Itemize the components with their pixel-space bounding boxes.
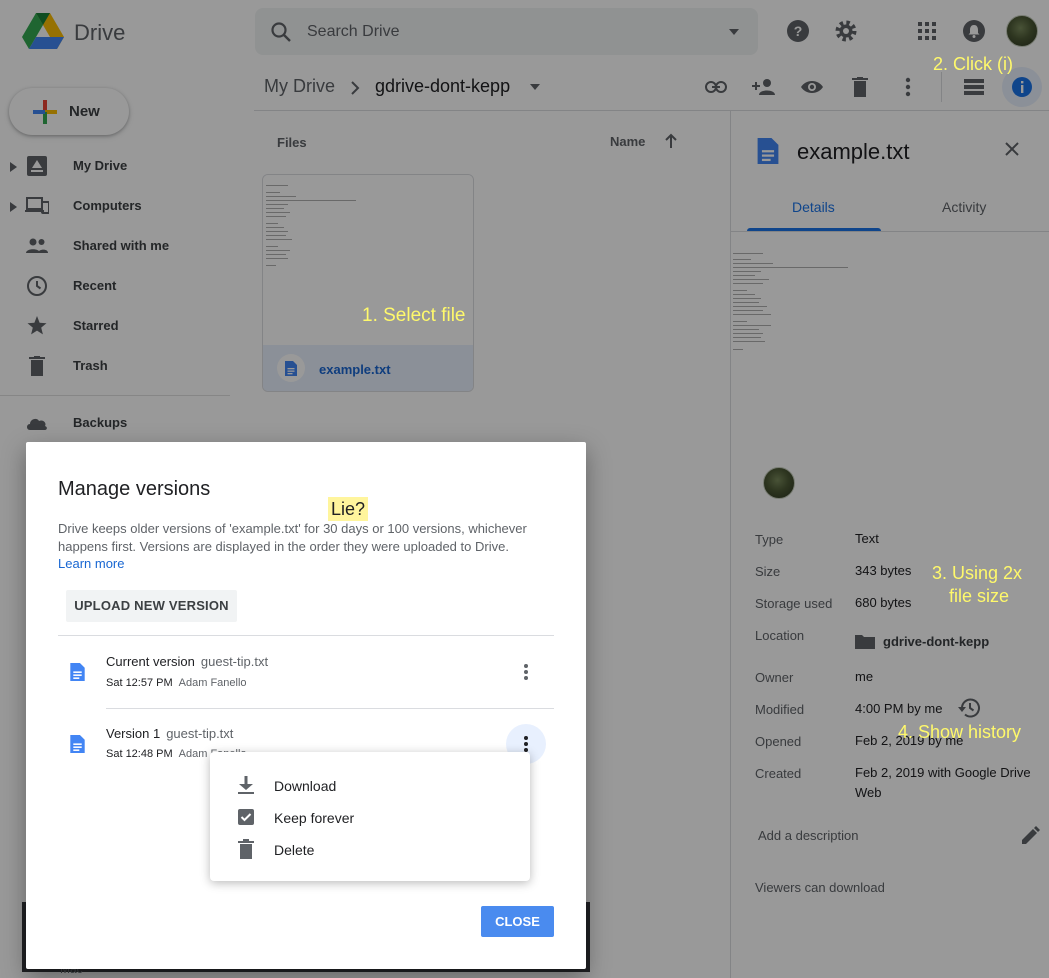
annotation-select-file: 1. Select file (362, 305, 466, 326)
text-document-icon (70, 735, 85, 753)
version-file-name: guest-tip.txt (166, 726, 234, 741)
list-divider (58, 635, 554, 636)
version-meta: Sat 12:57 PM Adam Fanello (106, 677, 247, 689)
text-document-icon (70, 663, 85, 681)
download-icon (238, 776, 254, 794)
version-label: Current version (106, 654, 195, 669)
trash-icon (238, 839, 254, 859)
dialog-title: Manage versions (58, 478, 211, 500)
manage-versions-dialog: Manage versions Drive keeps older versio… (26, 442, 586, 969)
list-divider (106, 708, 554, 709)
annotation-click-info: 2. Click (i) (933, 54, 1013, 74)
annotation-size-line1: 3. Using 2x (932, 563, 1023, 583)
annotation-lie-highlight: Lie? (328, 497, 369, 521)
version-more-icon[interactable] (514, 660, 538, 684)
menu-item-keep-forever[interactable]: Keep forever (210, 801, 530, 833)
menu-item-download[interactable]: Download (210, 769, 530, 801)
menu-item-delete[interactable]: Delete (210, 833, 530, 865)
menu-item-label: Keep forever (274, 810, 355, 826)
version-author: Adam Fanello (178, 677, 247, 689)
annotation-show-history: 4. Show history (898, 722, 1022, 742)
dialog-description: Drive keeps older versions of 'example.t… (58, 521, 527, 554)
menu-item-label: Download (274, 778, 337, 794)
upload-new-version-button[interactable]: UPLOAD NEW VERSION (66, 590, 237, 622)
version-label: Version 1 (106, 726, 161, 741)
learn-more-link[interactable]: Learn more (58, 556, 124, 571)
checkbox-checked-icon (238, 809, 254, 825)
version-row-current[interactable]: Current version guest-tip.txt (106, 654, 268, 669)
version-file-name: guest-tip.txt (200, 654, 269, 669)
version-context-menu: Download Keep forever Delete (210, 752, 530, 881)
version-time: Sat 12:57 PM (106, 677, 173, 689)
menu-item-label: Delete (274, 842, 315, 858)
annotation-size-line2: file size (949, 586, 1010, 606)
close-button[interactable]: CLOSE (481, 906, 554, 937)
version-time: Sat 12:48 PM (106, 748, 173, 760)
version-row-1[interactable]: Version 1 guest-tip.txt (106, 726, 233, 741)
